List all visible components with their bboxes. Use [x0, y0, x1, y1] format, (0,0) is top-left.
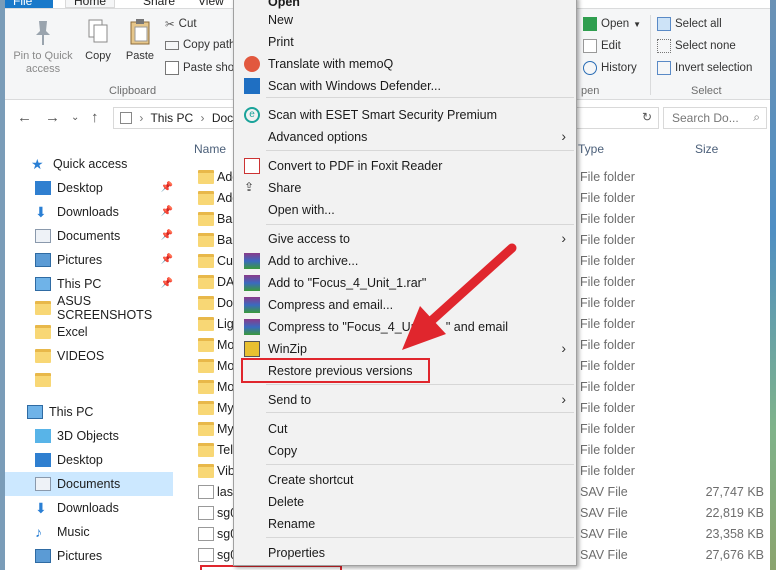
annotation-arrow — [402, 243, 517, 350]
arrow-shaft — [425, 243, 517, 327]
